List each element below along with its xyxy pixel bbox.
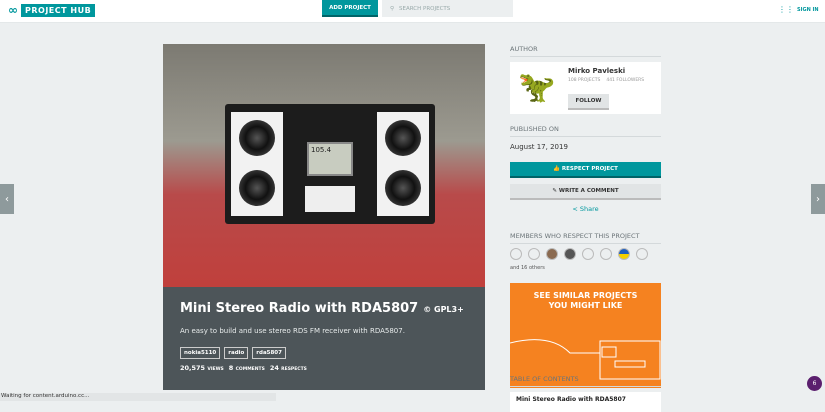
avatar[interactable] <box>600 248 612 260</box>
avatar[interactable] <box>564 248 576 260</box>
published-date: August 17, 2019 <box>510 143 568 151</box>
apps-grid-icon[interactable]: ⋮⋮ <box>778 5 794 14</box>
author-avatar[interactable]: 🦖 <box>518 70 555 105</box>
project-description: An easy to build and use stereo RDS FM r… <box>180 327 405 335</box>
top-nav: ∞ PROJECT HUB ADD PROJECT ⚲ SEARCH PROJECT… <box>0 0 825 23</box>
license[interactable]: © GPL3+ <box>423 305 464 314</box>
author-heading: AUTHOR <box>510 45 661 57</box>
members-heading: MEMBERS WHO RESPECT THIS PROJECT <box>510 232 661 244</box>
avatar[interactable] <box>636 248 648 260</box>
avatar[interactable] <box>582 248 594 260</box>
respect-project-button[interactable]: 👍 RESPECT PROJECT <box>510 162 661 178</box>
project-hero-image: 105.4 <box>163 44 485 287</box>
follow-button[interactable]: FOLLOW <box>568 94 609 110</box>
avatar[interactable] <box>546 248 558 260</box>
arduino-infinity-icon: ∞ <box>8 3 18 17</box>
published-heading: PUBLISHED ON <box>510 125 661 137</box>
add-project-button[interactable]: ADD PROJECT <box>322 0 378 17</box>
project-stats: 20,575 VIEWS 8 COMMENTS 24 RESPECTS <box>180 364 307 372</box>
next-arrow-button[interactable]: › <box>811 184 825 214</box>
project-title: Mini Stereo Radio with RDA5807 <box>180 301 419 316</box>
avatar[interactable] <box>510 248 522 260</box>
sign-in-link[interactable]: SIGN IN <box>797 7 819 13</box>
prev-arrow-button[interactable]: ‹ <box>0 184 14 214</box>
avatar[interactable] <box>618 248 630 260</box>
author-card: 🦖 Mirko Pavleski 108 PROJECTS 441 FOLLOWE… <box>510 62 661 114</box>
search-icon: ⚲ <box>390 5 395 12</box>
browser-status-bar: Waiting for content.arduino.cc... <box>0 393 276 401</box>
tag[interactable]: nokia5110 <box>180 347 221 359</box>
arduino-board-illustration <box>510 339 661 380</box>
members-others[interactable]: and 16 others <box>510 265 661 271</box>
similar-projects-promo[interactable]: SEE SIMILAR PROJECTS YOU MIGHT LIKE <box>510 283 661 388</box>
share-link[interactable]: < Share <box>510 205 661 213</box>
toc-item[interactable]: Mini Stereo Radio with RDA5807 <box>510 392 661 412</box>
notification-badge[interactable]: 6 <box>807 376 822 391</box>
write-comment-button[interactable]: ✎ WRITE A COMMENT <box>510 184 661 200</box>
tag[interactable]: rda5807 <box>252 347 286 359</box>
author-name[interactable]: Mirko Pavleski <box>568 67 625 75</box>
avatar[interactable] <box>528 248 540 260</box>
lcd-display: 105.4 <box>307 142 353 176</box>
member-avatars <box>510 248 661 260</box>
tag[interactable]: radio <box>224 347 249 359</box>
project-info: Mini Stereo Radio with RDA5807 © GPL3+ An… <box>163 287 485 390</box>
logo[interactable]: ∞ PROJECT HUB <box>8 3 96 17</box>
radio-photo: 105.4 <box>225 104 435 224</box>
toc-heading: TABLE OF CONTENTS <box>510 375 661 387</box>
search-input[interactable]: ⚲ SEARCH PROJECTS <box>382 0 513 17</box>
